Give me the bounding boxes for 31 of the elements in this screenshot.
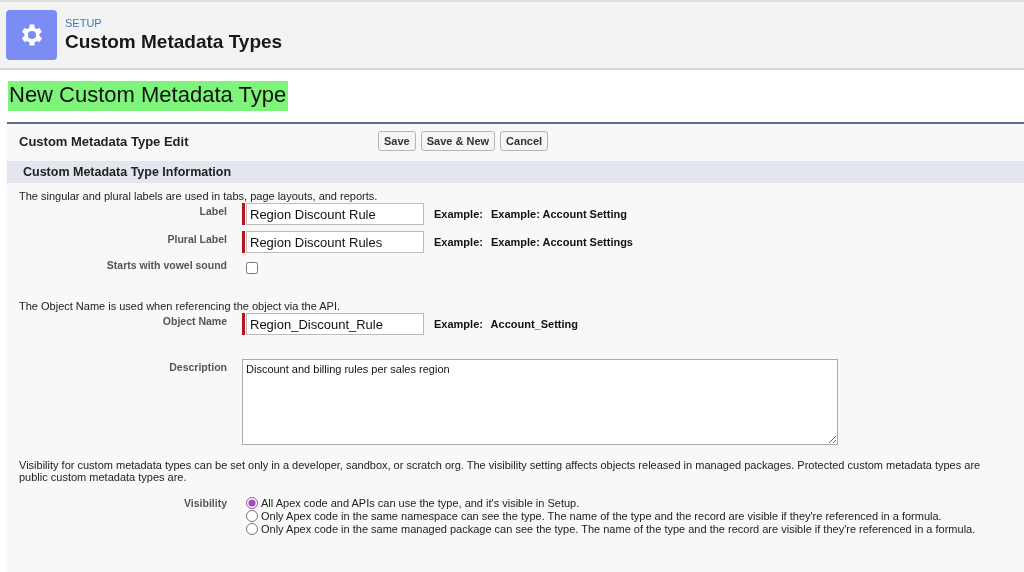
page-header-title: Custom Metadata Types bbox=[65, 31, 283, 53]
checkbox[interactable] bbox=[246, 262, 258, 274]
radio-label: Only Apex code in the same namespace can see the type. The name of the type and the record are visible if they're referenced in a formula. bbox=[261, 510, 942, 522]
text-field[interactable]: Region Discount Rule bbox=[246, 203, 424, 225]
text-field[interactable]: Region_Discount_Rule bbox=[246, 313, 424, 335]
radio-button[interactable] bbox=[246, 523, 258, 535]
example-text: Example: Example: Account Setting bbox=[434, 208, 627, 220]
help-text: Visibility for custom metadata types can be set only in a developer, sandbox, or scratch org. The visibility setting affects objects released in managed packages. Protected custom metadata types are public custom metadata types are. bbox=[19, 459, 982, 483]
field-label: Label bbox=[198, 204, 227, 219]
action-button[interactable]: Save bbox=[378, 131, 416, 151]
example-text: Example: Account_Setting bbox=[434, 318, 578, 330]
text-field[interactable]: Region Discount Rules bbox=[246, 231, 424, 253]
field-label: Visibility bbox=[183, 497, 227, 511]
field-label: Plural Label bbox=[166, 232, 227, 247]
radio-label: All Apex code and APIs can use the type, and it's visible in Setup. bbox=[261, 497, 580, 509]
radio-button[interactable] bbox=[246, 497, 258, 509]
help-text: The singular and plural labels are used in tabs, page layouts, and reports. bbox=[19, 190, 379, 202]
breadcrumb: SETUP bbox=[65, 17, 103, 29]
field-label: Starts with vowel sound bbox=[105, 258, 227, 273]
block-title: Custom Metadata Type Edit bbox=[19, 133, 190, 149]
help-text: The Object Name is used when referencing the object via the API. bbox=[19, 300, 341, 312]
field-label: Object Name bbox=[161, 314, 227, 329]
action-button[interactable]: Cancel bbox=[500, 131, 549, 151]
radio-button[interactable] bbox=[246, 510, 258, 522]
example-text: Example: Example: Account Settings bbox=[434, 236, 633, 248]
page-title: New Custom Metadata Type bbox=[8, 81, 289, 111]
field-label: Description bbox=[168, 360, 227, 375]
radio-label: Only Apex code in the same managed package can see the type. The name of the type and the record are visible if they're referenced in a formula. bbox=[261, 523, 976, 535]
section-title: Custom Metadata Type Information bbox=[23, 165, 232, 179]
description-field[interactable]: Discount and billing rules per sales region bbox=[242, 359, 838, 445]
action-button[interactable]: Save & New bbox=[420, 131, 496, 151]
